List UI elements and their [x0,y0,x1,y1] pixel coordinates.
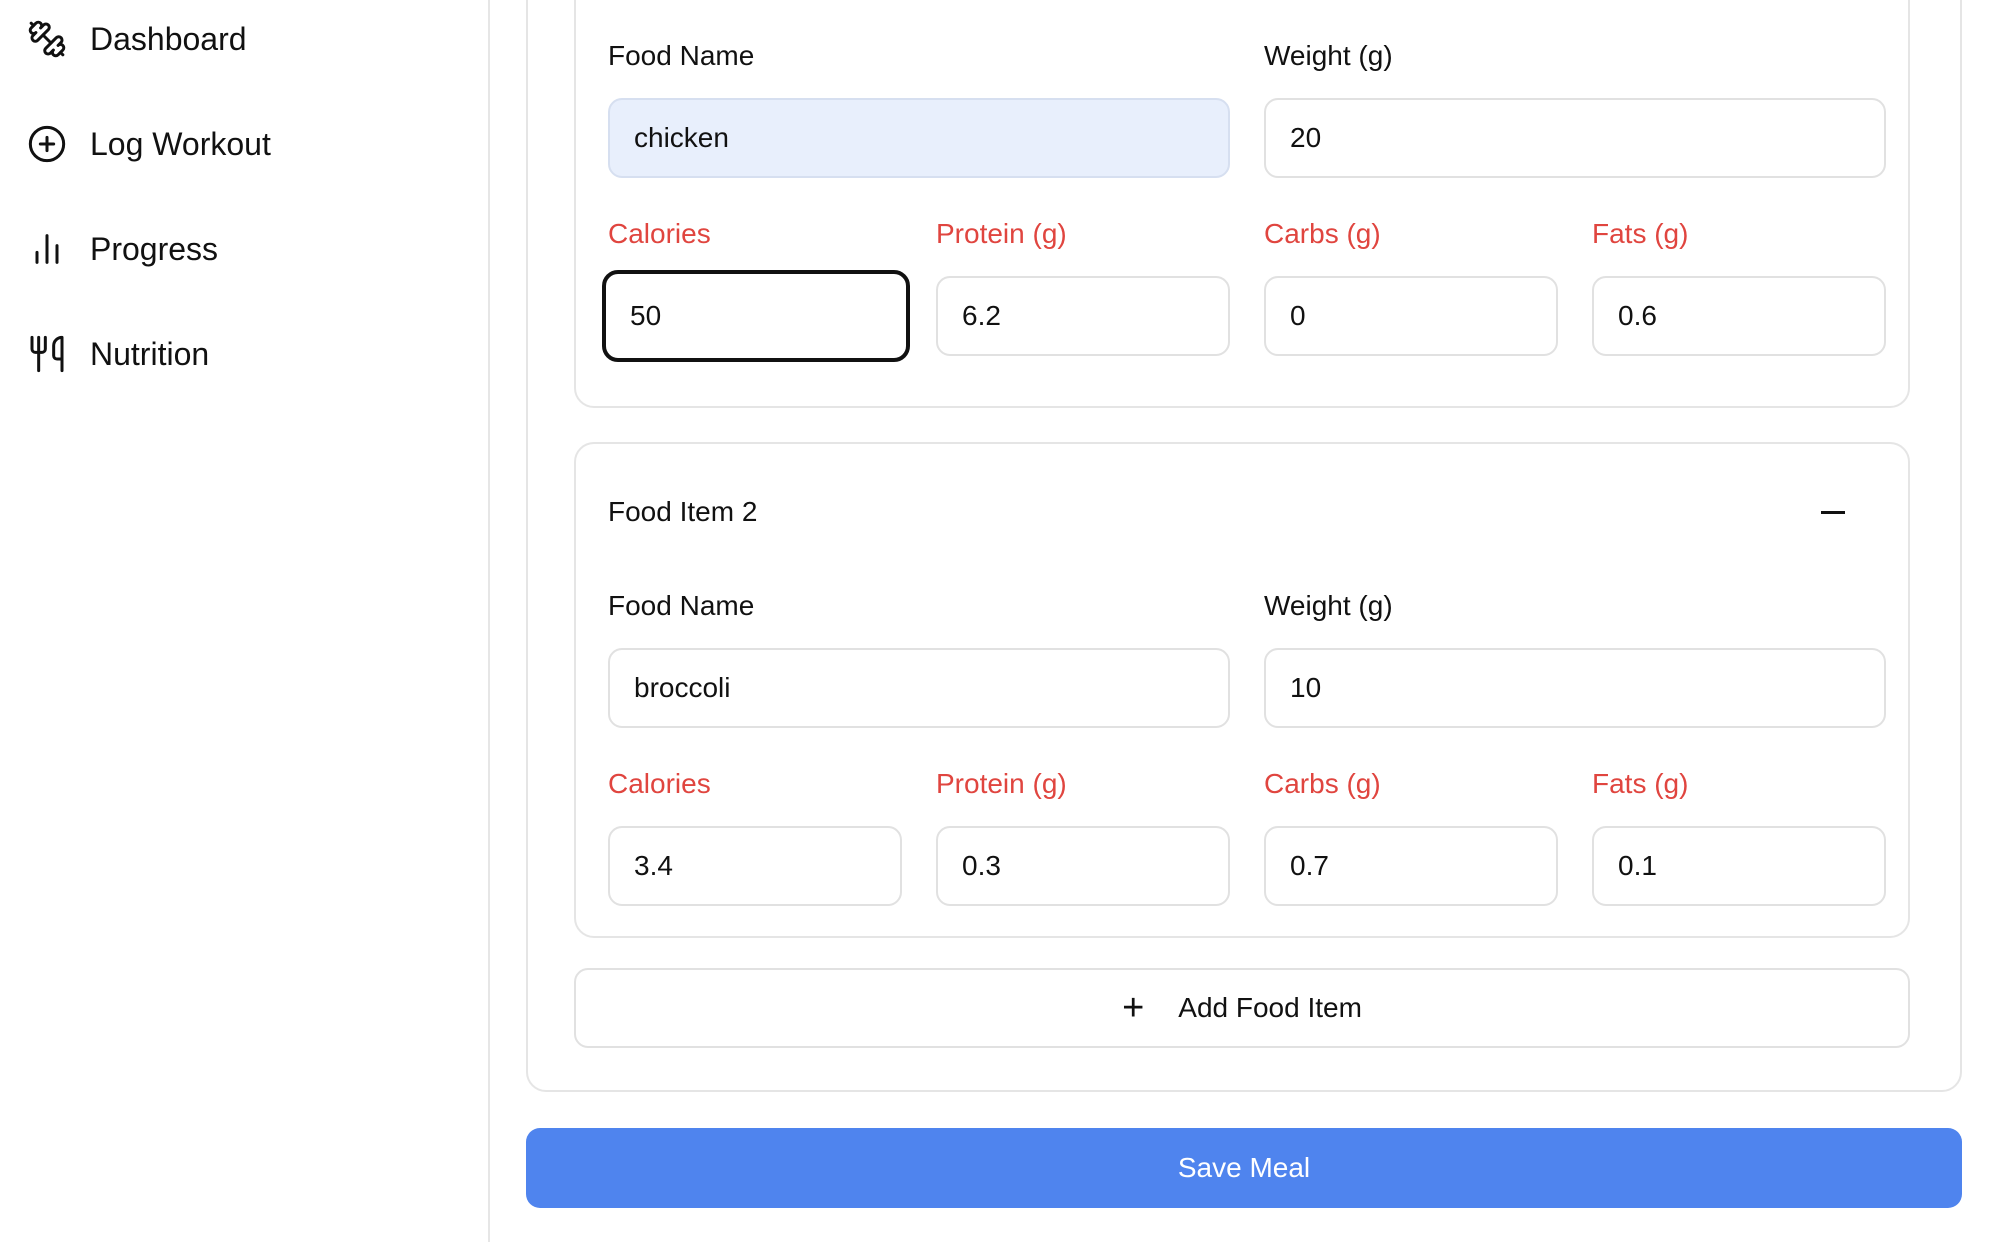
carbs-label: Carbs (g) [1264,218,1381,249]
protein-label: Protein (g) [936,768,1067,799]
add-food-item-button[interactable]: + Add Food Item [574,968,1910,1048]
calories-label: Calories [608,218,711,249]
fats-input[interactable]: 0.1 [1592,826,1886,906]
sidebar-item-label: Nutrition [90,335,210,372]
protein-label: Protein (g) [936,218,1067,249]
fats-label: Fats (g) [1592,768,1689,799]
sidebar-item-dashboard[interactable]: Dashboard [26,9,247,69]
carbs-input[interactable]: 0 [1264,276,1558,356]
dumbbell-icon [26,18,68,60]
sidebar-item-label: Progress [90,230,219,267]
food-item-title: Food Item 2 [608,496,758,527]
calories-input[interactable]: 3.4 [608,826,902,906]
remove-food-item-button[interactable] [1816,500,1850,524]
carbs-input[interactable]: 0.7 [1264,826,1558,906]
sidebar: Dashboard Log Workout Progress Nutrition [0,0,490,1242]
food-item-card-1: Food Name Weight (g) chicken 20 Calories… [574,0,1910,408]
sidebar-item-nutrition[interactable]: Nutrition [26,324,209,384]
calories-label: Calories [608,768,711,799]
save-meal-label: Save Meal [1177,1152,1311,1183]
sidebar-item-log-workout[interactable]: Log Workout [26,114,271,174]
weight-label: Weight (g) [1264,590,1393,621]
protein-input[interactable]: 0.3 [936,826,1230,906]
weight-input[interactable]: 20 [1264,98,1886,178]
plus-circle-icon [26,123,68,165]
save-meal-button[interactable]: Save Meal [526,1128,1962,1208]
weight-input[interactable]: 10 [1264,648,1886,728]
fats-label: Fats (g) [1592,218,1689,249]
weight-label: Weight (g) [1264,40,1393,71]
main-content: Food Name Weight (g) chicken 20 Calories… [490,0,2006,1242]
sidebar-item-progress[interactable]: Progress [26,219,218,279]
protein-input[interactable]: 6.2 [936,276,1230,356]
minus-icon [1821,510,1845,514]
bar-chart-icon [26,228,68,270]
sidebar-item-label: Dashboard [90,20,247,57]
food-name-input[interactable]: chicken [608,98,1230,178]
food-name-input[interactable]: broccoli [608,648,1230,728]
food-name-label: Food Name [608,590,755,621]
carbs-label: Carbs (g) [1264,768,1381,799]
add-food-item-label: Add Food Item [1178,992,1362,1023]
food-name-label: Food Name [608,40,755,71]
calories-input[interactable]: 50 [602,270,910,362]
fats-input[interactable]: 0.6 [1592,276,1886,356]
plus-icon: + [1122,987,1145,1029]
sidebar-item-label: Log Workout [90,125,271,162]
food-item-card-2: Food Item 2 Food Name Weight (g) broccol… [574,442,1910,938]
utensils-icon [26,333,68,375]
